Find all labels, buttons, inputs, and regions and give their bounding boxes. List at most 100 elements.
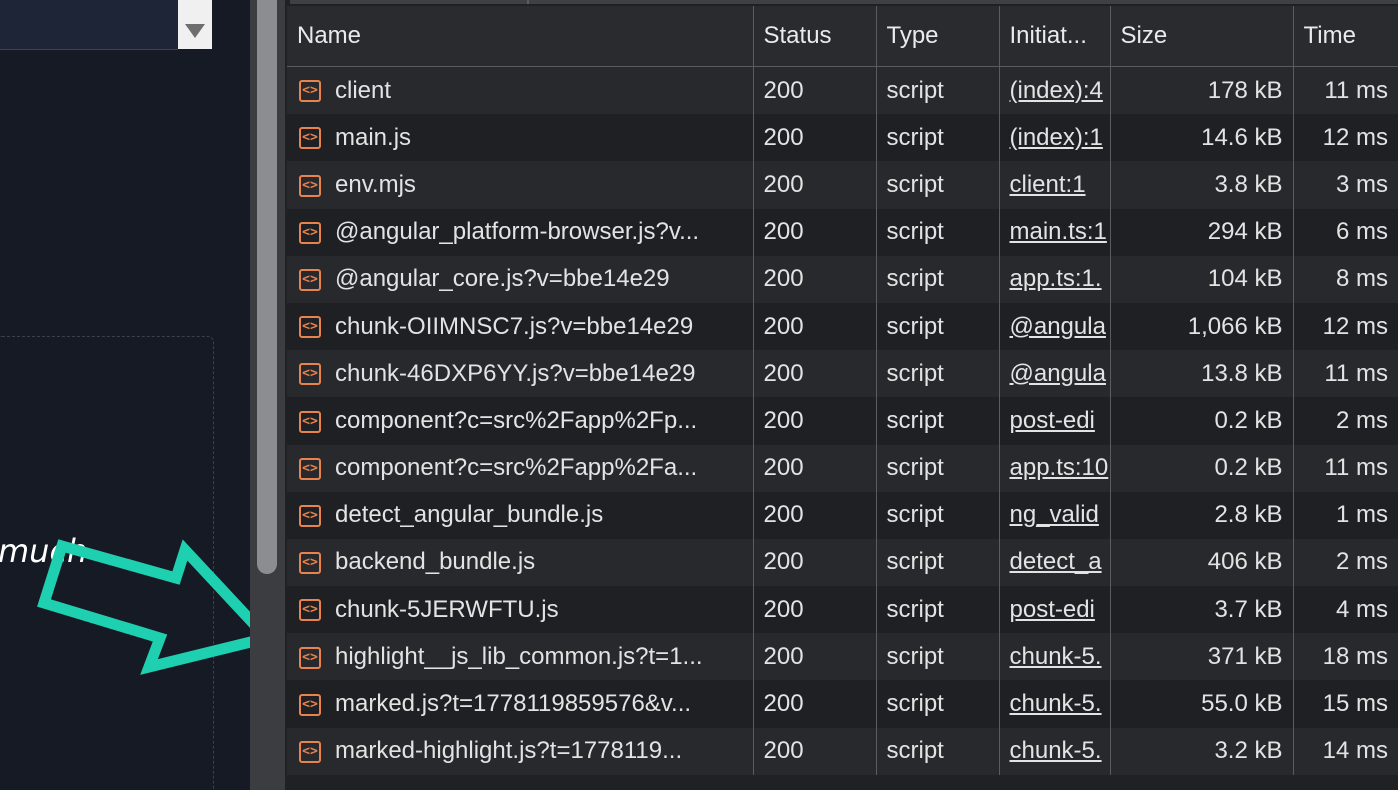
table-row[interactable]: <> env.mjs 200 script client:1 3.8 kB 3 ms (287, 161, 1398, 209)
initiator-cell[interactable]: chunk-5. (999, 633, 1111, 681)
column-header-initiator[interactable]: Initiat... (999, 6, 1111, 67)
request-name-cell[interactable]: <> @angular_core.js?v=bbe14e29 (287, 255, 754, 303)
size-cell: 3.7 kB (1110, 586, 1294, 634)
initiator-link[interactable]: post-edi (1010, 407, 1095, 434)
script-file-icon: <> (299, 269, 321, 291)
size-cell: 294 kB (1110, 208, 1294, 256)
initiator-link[interactable]: app.ts:1. (1010, 265, 1102, 292)
request-name-cell[interactable]: <> env.mjs (287, 161, 754, 209)
table-row[interactable]: <> chunk-OIIMNSC7.js?v=bbe14e29 200 script @… (287, 302, 1398, 351)
request-name: chunk-5JERWFTU.js (335, 595, 559, 623)
initiator-cell[interactable]: chunk-5. (999, 727, 1111, 775)
script-file-icon: <> (299, 457, 321, 480)
status-cell: 200 (753, 161, 877, 209)
table-row[interactable]: <> component?c=src%2Fapp%2Fa... 200 script a… (287, 444, 1398, 492)
request-name-cell[interactable]: <> component?c=src%2Fapp%2Fa... (287, 444, 754, 492)
initiator-cell[interactable]: (index):4 (999, 66, 1111, 115)
initiator-cell[interactable]: chunk-5. (999, 680, 1111, 728)
column-header-status[interactable]: Status (753, 6, 877, 67)
request-name-cell[interactable]: <> detect_angular_bundle.js (287, 491, 754, 539)
size-cell: 104 kB (1110, 255, 1294, 303)
status-cell: 200 (753, 538, 877, 587)
initiator-cell[interactable]: app.ts:10 (999, 444, 1111, 492)
request-name-cell[interactable]: <> @angular_platform-browser.js?v... (287, 208, 754, 256)
initiator-cell[interactable]: @angula (999, 302, 1111, 351)
request-name-cell[interactable]: <> client (287, 66, 754, 115)
type-cell: script (876, 586, 1000, 634)
column-header-time[interactable]: Time (1293, 6, 1398, 67)
request-name-cell[interactable]: <> backend_bundle.js (287, 538, 754, 587)
status-cell: 200 (753, 350, 877, 398)
request-name-cell[interactable]: <> highlight__js_lib_common.js?t=1... (287, 633, 754, 681)
time-cell: 2 ms (1293, 538, 1398, 587)
initiator-cell[interactable]: @angula (999, 350, 1111, 398)
request-name: env.mjs (335, 170, 416, 198)
type-cell: script (876, 444, 1000, 492)
request-name-cell[interactable]: <> main.js (287, 114, 754, 162)
time-cell: 6 ms (1293, 208, 1398, 256)
type-cell: script (876, 491, 1000, 539)
script-file-icon: <> (299, 363, 321, 386)
initiator-link[interactable]: @angula (1010, 360, 1106, 387)
size-cell: 14.6 kB (1110, 114, 1294, 162)
request-name-cell[interactable]: <> chunk-46DXP6YY.js?v=bbe14e29 (287, 350, 754, 398)
initiator-link[interactable]: post-edi (1010, 596, 1095, 623)
pointer-arrow-annotation (37, 539, 278, 675)
initiator-cell[interactable]: post-edi (999, 397, 1111, 445)
table-row[interactable]: <> chunk-5JERWFTU.js 200 script post-edi 3.7 … (287, 586, 1398, 634)
request-name-cell[interactable]: <> marked.js?t=1778119859576&v... (287, 680, 754, 728)
initiator-link[interactable]: (index):4 (1010, 77, 1103, 104)
request-name-cell[interactable]: <> marked-highlight.js?t=1778119... (287, 727, 754, 775)
column-header-name[interactable]: Name (287, 6, 754, 67)
table-row[interactable]: <> main.js 200 script (index):1 14.6 kB 12 ms (287, 114, 1398, 162)
time-cell: 2 ms (1293, 397, 1398, 445)
time-cell: 14 ms (1293, 727, 1398, 775)
table-row[interactable]: <> component?c=src%2Fapp%2Fp... 200 script p… (287, 397, 1398, 445)
table-row[interactable]: <> chunk-46DXP6YY.js?v=bbe14e29 200 script @… (287, 350, 1398, 398)
initiator-link[interactable]: client:1 (1010, 171, 1086, 198)
initiator-cell[interactable]: client:1 (999, 161, 1111, 209)
type-cell: script (876, 350, 1000, 398)
initiator-link[interactable]: chunk-5. (1010, 737, 1102, 764)
initiator-link[interactable]: (index):1 (1010, 124, 1103, 151)
table-row[interactable]: <> marked.js?t=1778119859576&v... 200 scrip… (287, 680, 1398, 728)
request-name-cell[interactable]: <> chunk-OIIMNSC7.js?v=bbe14e29 (287, 302, 754, 351)
status-cell: 200 (753, 302, 877, 351)
initiator-link[interactable]: detect_a (1010, 548, 1102, 575)
initiator-cell[interactable]: main.ts:1 (999, 208, 1111, 256)
initiator-cell[interactable]: app.ts:1. (999, 255, 1111, 303)
initiator-cell[interactable]: ng_valid (999, 491, 1111, 539)
table-header-row: Name Status Type Initiat... Size Time (287, 6, 1398, 67)
initiator-link[interactable]: ng_valid (1010, 501, 1099, 528)
table-row[interactable]: <> highlight__js_lib_common.js?t=1... 200 s… (287, 633, 1398, 681)
type-cell: script (876, 114, 1000, 162)
type-cell: script (876, 727, 1000, 775)
type-cell: script (876, 66, 1000, 115)
request-name-cell[interactable]: <> chunk-5JERWFTU.js (287, 586, 754, 634)
request-name: highlight__js_lib_common.js?t=1... (335, 642, 703, 670)
devtools-top-edge (290, 0, 1398, 4)
size-cell: 371 kB (1110, 633, 1294, 681)
initiator-link[interactable]: main.ts:1 (1010, 218, 1107, 245)
initiator-cell[interactable]: detect_a (999, 538, 1111, 587)
status-cell: 200 (753, 680, 877, 728)
vertical-scrollbar-thumb[interactable] (257, 0, 277, 574)
column-header-size[interactable]: Size (1110, 6, 1294, 67)
initiator-cell[interactable]: (index):1 (999, 114, 1111, 162)
initiator-link[interactable]: @angula (1010, 313, 1106, 340)
request-name-cell[interactable]: <> component?c=src%2Fapp%2Fp... (287, 397, 754, 445)
column-header-type[interactable]: Type (876, 6, 1000, 67)
table-row[interactable]: <> backend_bundle.js 200 script detect_a 406 … (287, 538, 1398, 587)
request-name: @angular_platform-browser.js?v... (335, 218, 700, 246)
initiator-cell[interactable]: post-edi (999, 586, 1111, 634)
table-row[interactable]: <> @angular_core.js?v=bbe14e29 200 script ap… (287, 255, 1398, 303)
table-row[interactable]: <> detect_angular_bundle.js 200 script ng_va… (287, 491, 1398, 539)
network-requests-table: Name Status Type Initiat... Size Time <>… (287, 6, 1398, 775)
initiator-link[interactable]: app.ts:10 (1010, 454, 1109, 481)
initiator-link[interactable]: chunk-5. (1010, 643, 1102, 670)
initiator-link[interactable]: chunk-5. (1010, 690, 1102, 717)
table-row[interactable]: <> marked-highlight.js?t=1778119... 200 scr… (287, 727, 1398, 775)
request-name: component?c=src%2Fapp%2Fp... (335, 406, 698, 434)
table-row[interactable]: <> client 200 script (index):4 178 kB 11 ms (287, 66, 1398, 115)
table-row[interactable]: <> @angular_platform-browser.js?v... 200 sc… (287, 208, 1398, 256)
